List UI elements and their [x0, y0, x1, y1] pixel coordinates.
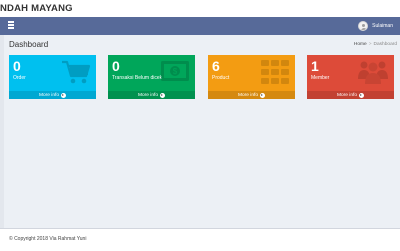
copyright-text: © Copyright 2018 Via Rahmat Yuni — [9, 236, 87, 242]
transaction-more-info-link[interactable]: More info — [108, 91, 195, 99]
more-info-label: More info — [138, 92, 158, 98]
stat-label: Transaksi Belum dicek — [112, 75, 163, 81]
order-more-info-link[interactable]: More info — [9, 91, 96, 99]
breadcrumb-current: Dashboard — [373, 42, 397, 47]
grid-icon — [261, 60, 289, 84]
member-stat-box: 1 Member More info — [307, 55, 394, 99]
navbar: Sulaiman — [0, 17, 400, 35]
arrow-circle-right-icon — [260, 92, 265, 98]
brand-logo-text[interactable]: NDAH MAYANG — [0, 3, 73, 14]
arrow-circle-right-icon — [61, 92, 66, 98]
page-footer: © Copyright 2018 Via Rahmat Yuni — [0, 228, 400, 251]
more-info-label: More info — [39, 92, 59, 98]
content-header: Dashboard Home > Dashboard — [9, 40, 397, 52]
breadcrumb-separator: > — [368, 42, 372, 47]
arrow-circle-right-icon — [359, 92, 364, 98]
stat-label: Order — [13, 75, 26, 81]
more-info-label: More info — [337, 92, 357, 98]
avatar[interactable] — [358, 21, 369, 31]
product-stat-box: 6 Product More info — [208, 55, 295, 99]
sidebar-edge — [0, 35, 4, 250]
order-stat-box: 0 Order More info — [9, 55, 96, 99]
users-icon — [358, 61, 388, 84]
stat-value: 0 — [13, 58, 21, 74]
arrow-circle-right-icon — [160, 92, 165, 98]
money-icon: $ — [161, 61, 189, 81]
stat-value: 6 — [212, 58, 220, 74]
stat-value: 1 — [311, 58, 319, 74]
top-header: NDAH MAYANG — [0, 0, 400, 17]
page-title: Dashboard — [9, 40, 49, 49]
product-more-info-link[interactable]: More info — [208, 91, 295, 99]
breadcrumb: Home > Dashboard — [354, 42, 397, 47]
stat-value: 0 — [112, 58, 120, 74]
cart-icon — [62, 60, 91, 84]
stat-label: Member — [311, 75, 330, 81]
transaction-stat-box: 0 Transaksi Belum dicek $ More info — [108, 55, 195, 99]
breadcrumb-home-link[interactable]: Home — [354, 42, 367, 47]
user-menu[interactable]: Sulaiman — [358, 20, 393, 32]
stat-label: Product — [212, 75, 230, 81]
svg-text:$: $ — [173, 67, 178, 76]
member-more-info-link[interactable]: More info — [307, 91, 394, 99]
user-name[interactable]: Sulaiman — [372, 23, 393, 29]
more-info-label: More info — [238, 92, 258, 98]
menu-toggle-icon[interactable] — [8, 21, 14, 29]
